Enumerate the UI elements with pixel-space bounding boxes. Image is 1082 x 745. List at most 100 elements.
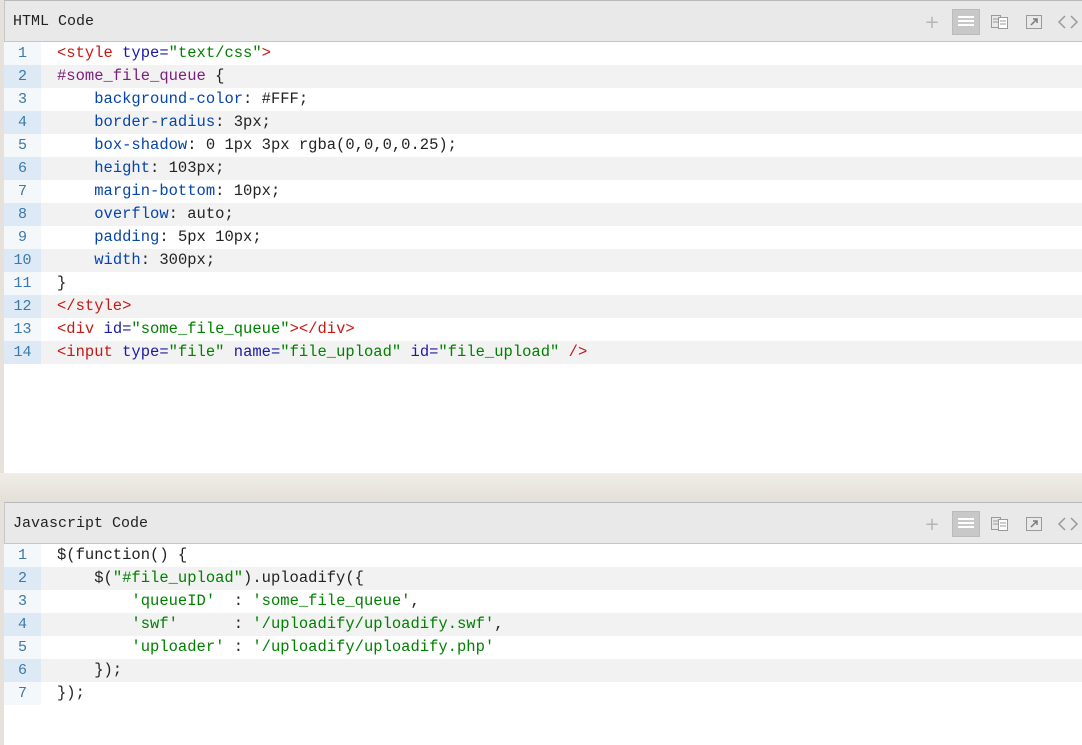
line-number: 12 — [4, 295, 41, 318]
code-token: , — [410, 592, 420, 610]
code-token: background-color — [94, 90, 244, 108]
panel-header: Javascript Code + — [4, 502, 1082, 544]
code-line: 11} — [4, 272, 1082, 295]
line-number: 4 — [4, 111, 41, 134]
line-number: 6 — [4, 157, 41, 180]
code-line: 13 <div id="some_file_queue"></div> — [4, 318, 1082, 341]
code-token: : 300px; — [140, 251, 216, 269]
line-number: 14 — [4, 341, 41, 364]
code-token: $(function() { — [57, 546, 188, 564]
line-number: 4 — [4, 613, 41, 636]
code-lines: 1 $(function() {2 $("#file_upload").uploa… — [4, 544, 1082, 705]
code-token: { — [215, 67, 225, 85]
code-text: padding: 5px 10px; — [41, 226, 262, 249]
popout-icon[interactable] — [1020, 9, 1048, 35]
add-icon[interactable]: + — [918, 9, 946, 35]
code-token: 'queueID' — [131, 592, 216, 610]
code-token: border-radius — [94, 113, 216, 131]
code-text: </style> — [41, 295, 131, 318]
code-text: $("#file_upload").uploadify({ — [41, 567, 364, 590]
code-token: "some_file_queue" — [131, 320, 290, 338]
code-token: 'some_file_queue' — [252, 592, 411, 610]
code-line: 8 overflow: auto; — [4, 203, 1082, 226]
code-icon[interactable] — [1054, 511, 1082, 537]
line-number: 3 — [4, 88, 41, 111]
code-text: <input type="file" name="file_upload" id… — [41, 341, 587, 364]
code-token: ).uploadify({ — [243, 569, 364, 587]
code-line: 2 $("#file_upload").uploadify({ — [4, 567, 1082, 590]
code-token: ></div> — [289, 320, 355, 338]
code-icon[interactable] — [1054, 9, 1082, 35]
code-line: 4 'swf' : '/uploadify/uploadify.swf', — [4, 613, 1082, 636]
code-text: margin-bottom: 10px; — [41, 180, 280, 203]
code-token: } — [57, 274, 67, 292]
code-token: : auto; — [168, 205, 234, 223]
code-line: 4 border-radius: 3px; — [4, 111, 1082, 134]
code-text: }); — [41, 659, 122, 682]
code-token: : 103px; — [150, 159, 225, 177]
code-line: 1 <style type="text/css"> — [4, 42, 1082, 65]
code-token: '/uploadify/uploadify.php' — [252, 638, 495, 656]
line-number: 7 — [4, 180, 41, 203]
code-line: 10 width: 300px; — [4, 249, 1082, 272]
panel-title: HTML Code — [13, 13, 95, 30]
code-line: 5 box-shadow: 0 1px 3px rgba(0,0,0,0.25)… — [4, 134, 1082, 157]
code-token: }); — [57, 661, 123, 679]
code-token: '/uploadify/uploadify.swf' — [252, 615, 495, 633]
code-token: "text/css" — [168, 44, 262, 62]
code-text: border-radius: 3px; — [41, 111, 271, 134]
code-text: overflow: auto; — [41, 203, 234, 226]
code-line: 6 height: 103px; — [4, 157, 1082, 180]
line-number: 5 — [4, 134, 41, 157]
code-line: 12 </style> — [4, 295, 1082, 318]
code-line: 3 background-color: #FFF; — [4, 88, 1082, 111]
code-line: 2 #some_file_queue { — [4, 65, 1082, 88]
code-token: "file_upload" — [280, 343, 411, 361]
view-source-icon[interactable] — [952, 9, 980, 35]
code-text: 'uploader' : '/uploadify/uploadify.php' — [41, 636, 494, 659]
code-text: box-shadow: 0 1px 3px rgba(0,0,0,0.25); — [41, 134, 457, 157]
code-token: "file" — [168, 343, 234, 361]
code-line: 1 $(function() { — [4, 544, 1082, 567]
code-token: name= — [233, 343, 281, 361]
copy-icon[interactable] — [986, 9, 1014, 35]
view-source-icon[interactable] — [952, 511, 980, 537]
code-token: height — [94, 159, 151, 177]
code-text: } — [41, 272, 66, 295]
line-number: 10 — [4, 249, 41, 272]
code-token: <div — [57, 320, 104, 338]
code-line: 6 }); — [4, 659, 1082, 682]
code-text: height: 103px; — [41, 157, 224, 180]
line-number: 1 — [4, 42, 41, 65]
add-icon[interactable]: + — [918, 511, 946, 537]
code-text: <div id="some_file_queue"></div> — [41, 318, 355, 341]
code-token: 'uploader' — [131, 638, 225, 656]
code-token: type= — [122, 343, 169, 361]
code-line: 3 'queueID' : 'some_file_queue', — [4, 590, 1082, 613]
code-text: <style type="text/css"> — [41, 42, 271, 65]
code-text: $(function() { — [41, 544, 187, 567]
panel-separator — [0, 473, 1082, 502]
code-line: 5 'uploader' : '/uploadify/uploadify.php… — [4, 636, 1082, 659]
code-token: "#file_upload" — [112, 569, 244, 587]
code-token: > — [261, 44, 271, 62]
code-line: 7 margin-bottom: 10px; — [4, 180, 1082, 203]
code-toolbar: + — [912, 7, 1082, 37]
code-token: 'swf' — [131, 615, 178, 633]
code-token: : 5px 10px; — [159, 228, 262, 246]
javascript-code-panel: Javascript Code + 1 $(function() {2 $("#f… — [4, 502, 1082, 745]
copy-icon[interactable] — [986, 511, 1014, 537]
code-token: : 10px; — [215, 182, 281, 200]
popout-icon[interactable] — [1020, 511, 1048, 537]
code-text: width: 300px; — [41, 249, 215, 272]
line-number: 9 — [4, 226, 41, 249]
